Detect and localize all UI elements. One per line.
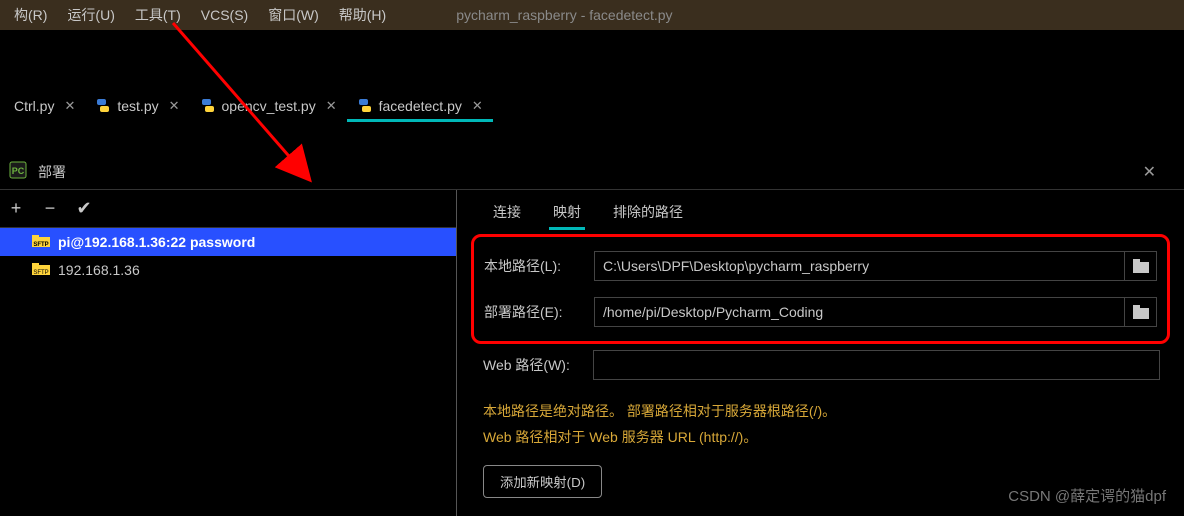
tab-label: test.py	[117, 98, 158, 114]
close-icon[interactable]: ✕	[326, 98, 337, 114]
close-icon[interactable]: ✕	[1143, 162, 1156, 182]
local-path-input[interactable]	[595, 252, 1124, 280]
svg-text:SFTP: SFTP	[33, 270, 48, 276]
server-label: 192.168.1.36	[58, 262, 140, 278]
spacer	[0, 30, 1184, 90]
tab-test-py[interactable]: test.py ✕	[85, 92, 189, 120]
tab-opencv-test-py[interactable]: opencv_test.py ✕	[190, 92, 347, 120]
web-path-input[interactable]	[594, 351, 1159, 379]
sftp-icon: SFTP	[32, 235, 50, 249]
tab-label: facedetect.py	[379, 98, 462, 114]
remove-button[interactable]: −	[40, 198, 60, 219]
tab-exclude[interactable]: 排除的路径	[597, 194, 699, 230]
editor-tabs: Ctrl.py ✕ test.py ✕ opencv_test.py ✕ fac…	[0, 90, 1184, 122]
menu-help[interactable]: 帮助(H)	[329, 1, 396, 29]
browse-folder-icon[interactable]	[1124, 298, 1156, 326]
tab-ctrl-py[interactable]: Ctrl.py ✕	[4, 92, 85, 120]
tab-facedetect-py[interactable]: facedetect.py ✕	[347, 92, 493, 120]
local-path-label: 本地路径(L):	[484, 256, 594, 276]
tab-connection[interactable]: 连接	[477, 194, 537, 230]
tab-label: opencv_test.py	[222, 98, 316, 114]
python-file-icon	[95, 98, 111, 114]
menu-run[interactable]: 运行(U)	[57, 1, 124, 29]
watermark: CSDN @薛定谔的猫dpf	[1008, 485, 1166, 506]
menubar: 构(R) 运行(U) 工具(T) VCS(S) 窗口(W) 帮助(H) pych…	[0, 0, 1184, 30]
help-text-2: Web 路径相对于 Web 服务器 URL (http://)。	[469, 422, 1172, 448]
help-text-1: 本地路径是绝对路径。 部署路径相对于服务器根路径(/)。	[469, 396, 1172, 422]
close-icon[interactable]: ✕	[472, 98, 483, 114]
server-item[interactable]: SFTP 192.168.1.36	[0, 256, 456, 284]
deployment-dialog: PC 部署 ✕ + − ✔ SFTP pi@192.168.1.36:22 pa…	[0, 154, 1184, 516]
server-list-panel: + − ✔ SFTP pi@192.168.1.36:22 password S…	[0, 190, 457, 516]
pycharm-icon: PC	[8, 160, 28, 183]
add-button[interactable]: +	[6, 198, 26, 219]
server-label: pi@192.168.1.36:22 password	[58, 234, 255, 250]
tab-mapping[interactable]: 映射	[537, 194, 597, 230]
python-file-icon	[357, 98, 373, 114]
svg-text:SFTP: SFTP	[33, 242, 48, 248]
close-icon[interactable]: ✕	[64, 98, 75, 114]
python-file-icon	[200, 98, 216, 114]
deploy-path-input[interactable]	[595, 298, 1124, 326]
server-item[interactable]: SFTP pi@192.168.1.36:22 password	[0, 228, 456, 256]
dialog-header: PC 部署 ✕	[0, 154, 1184, 190]
config-tabs: 连接 映射 排除的路径	[469, 190, 1172, 230]
menu-window[interactable]: 窗口(W)	[258, 1, 329, 29]
browse-folder-icon[interactable]	[1124, 252, 1156, 280]
close-icon[interactable]: ✕	[169, 98, 180, 114]
add-mapping-button[interactable]: 添加新映射(D)	[483, 465, 602, 498]
tab-label: Ctrl.py	[14, 98, 54, 114]
mapping-highlight-box: 本地路径(L): 部署路径(E):	[471, 234, 1170, 344]
check-button[interactable]: ✔	[74, 198, 94, 219]
dialog-title: 部署	[38, 162, 66, 182]
menu-tools[interactable]: 工具(T)	[125, 1, 191, 29]
sftp-icon: SFTP	[32, 263, 50, 277]
web-path-label: Web 路径(W):	[483, 355, 593, 375]
deploy-path-label: 部署路径(E):	[484, 302, 594, 322]
menu-vcs[interactable]: VCS(S)	[191, 3, 258, 27]
server-list: SFTP pi@192.168.1.36:22 password SFTP 19…	[0, 228, 456, 284]
server-config-panel: 连接 映射 排除的路径 本地路径(L): 部署路径(E):	[457, 190, 1184, 516]
server-toolbar: + − ✔	[0, 190, 456, 228]
svg-text:PC: PC	[12, 166, 25, 176]
menu-structure[interactable]: 构(R)	[4, 1, 57, 29]
window-title: pycharm_raspberry - facedetect.py	[456, 7, 672, 23]
spacer	[0, 122, 1184, 154]
